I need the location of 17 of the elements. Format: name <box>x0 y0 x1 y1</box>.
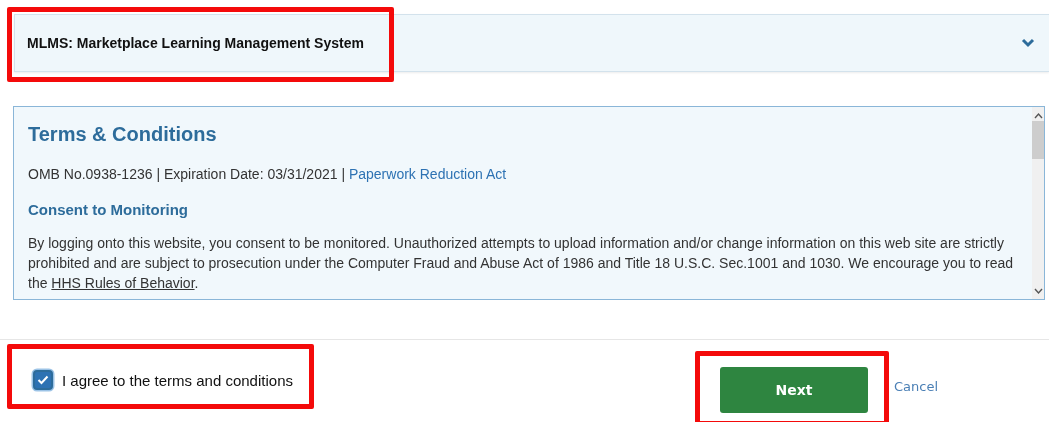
scrollbar[interactable] <box>1032 107 1044 299</box>
scroll-up-icon[interactable] <box>1033 112 1043 119</box>
scroll-down-icon[interactable] <box>1033 288 1043 295</box>
rules-link[interactable]: HHS Rules of Behavior <box>51 275 195 291</box>
accordion-title: MLMS: Marketplace Learning Management System <box>27 35 364 51</box>
scrollbar-thumb[interactable] <box>1032 121 1044 159</box>
form-info: OMB No.0938-1236 | Expiration Date: 03/31/2021 | <box>28 166 346 182</box>
accordion-header[interactable]: MLMS: Marketplace Learning Management System <box>14 14 1049 72</box>
consent-paragraph: By logging onto this website, you consent to be monitored. Unauthorized attempts to upload information and/or change information on this web site are strictly prohibited and are subject to prosecution under the Computer Fraud and Abuse Act of 1986 and Title 18 U.S.C. Sec.1001 and 1030. We encourage you to read the HHS Rules of Behavior. <box>28 234 1015 293</box>
next-button[interactable]: Next <box>719 366 868 413</box>
agree-label: I agree to the terms and conditions <box>62 371 293 389</box>
terms-heading: Terms & Conditions <box>28 123 218 146</box>
check-icon <box>37 375 49 385</box>
agree-checkbox[interactable] <box>33 370 53 390</box>
paperwork-link[interactable]: Paperwork Reduction Act <box>348 166 507 182</box>
section-heading: Consent to Monitoring <box>28 201 189 218</box>
cancel-link[interactable]: Cancel <box>893 379 938 394</box>
